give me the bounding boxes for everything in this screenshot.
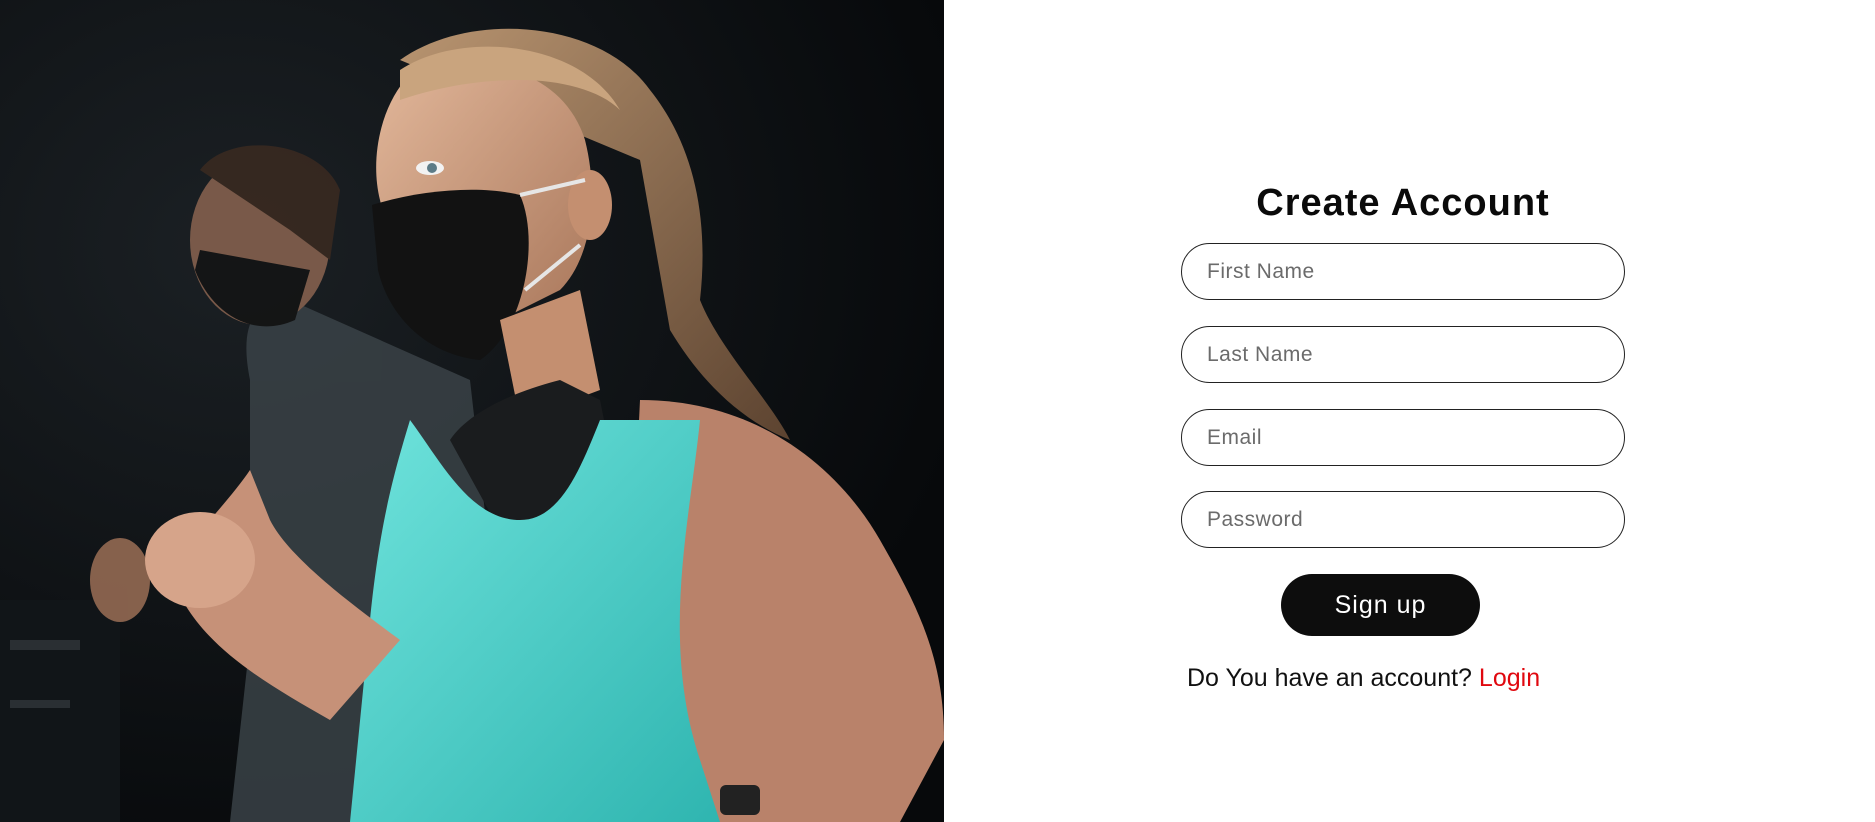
login-link[interactable]: Login bbox=[1479, 664, 1540, 692]
email-input[interactable] bbox=[1181, 409, 1625, 466]
first-name-input[interactable] bbox=[1181, 243, 1625, 300]
page-title: Create Account bbox=[1256, 182, 1550, 224]
sign-up-button[interactable]: Sign up bbox=[1281, 574, 1480, 636]
fitness-photo bbox=[0, 0, 944, 822]
login-prompt-row: Do You have an account? Login bbox=[1187, 664, 1540, 693]
password-input[interactable] bbox=[1181, 491, 1625, 548]
hero-image bbox=[0, 0, 944, 822]
last-name-input[interactable] bbox=[1181, 326, 1625, 383]
login-prompt-text: Do You have an account? bbox=[1187, 664, 1472, 692]
